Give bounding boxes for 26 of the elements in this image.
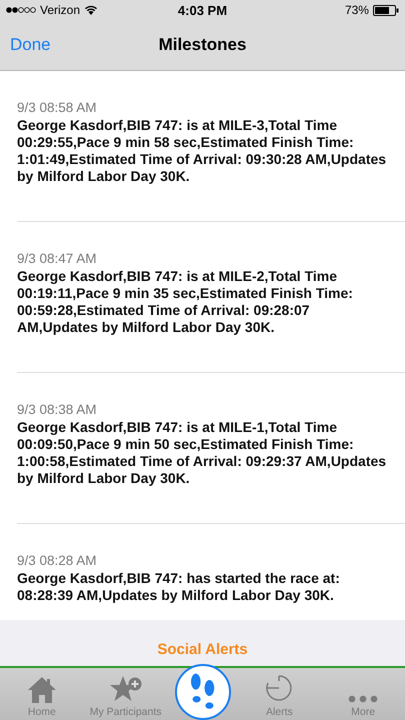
status-time: 4:03 PM: [178, 2, 228, 18]
home-icon: [26, 676, 57, 703]
wifi-icon: [84, 5, 98, 15]
milestone-message: George Kasdorf,BIB 747: is at MILE-2,Total Time 00:19:11,Pace 9 min 35 sec,Estimated Finish Time: 00:59:28,Estimated Time of Arrival: 09:28:07 AM,Updates by Milford Labor Day 30K.: [17, 268, 354, 336]
milestone-time: 9/3 08:28 AM: [17, 553, 98, 568]
milestone-time: 9/3 08:47 AM: [17, 251, 98, 266]
milestone-message: George Kasdorf,BIB 747: has started the race at: 08:28:39 AM,Updates by Milford Labor Day 30K.: [17, 570, 341, 604]
participants-tab[interactable]: My Participants: [84, 675, 168, 720]
screen-title: Milestones: [158, 35, 246, 55]
milestone-time: 9/3 08:38 AM: [17, 402, 98, 417]
milestone-time: 9/3 08:58 AM: [17, 100, 98, 115]
star-plus-icon: [110, 675, 142, 703]
milestone-message: George Kasdorf,BIB 747: is at MILE-1,Total Time 00:09:50,Pace 9 min 50 sec,Estimated Finish Time: 1:00:58,Estimated Time of Arrival: 09:29:37 AM,Updates by Milford Labor Day 30K.: [17, 419, 388, 487]
more-icon: [348, 695, 378, 703]
battery-percent: 73%: [344, 3, 369, 17]
done-button[interactable]: Done: [10, 35, 51, 55]
alerts-tab[interactable]: Alerts: [238, 673, 322, 720]
milestone-message: George Kasdorf,BIB 747: is at MILE-3,Total Time 00:29:55,Pace 9 min 58 sec,Estimated Finish Time: 1:01:49,Estimated Time of Arrival: 09:30:28 AM,Updates by Milford Labor Day 30K.: [17, 117, 388, 185]
carrier-name: Verizon: [40, 3, 80, 17]
battery-icon: [372, 4, 399, 16]
signal-icon: [6, 7, 36, 13]
home-tab[interactable]: Home: [0, 676, 84, 720]
footprints-tab[interactable]: [174, 664, 230, 720]
timer-icon: [264, 673, 294, 703]
more-tab[interactable]: More: [321, 695, 405, 720]
social-alerts-link[interactable]: Social Alerts: [157, 642, 248, 666]
